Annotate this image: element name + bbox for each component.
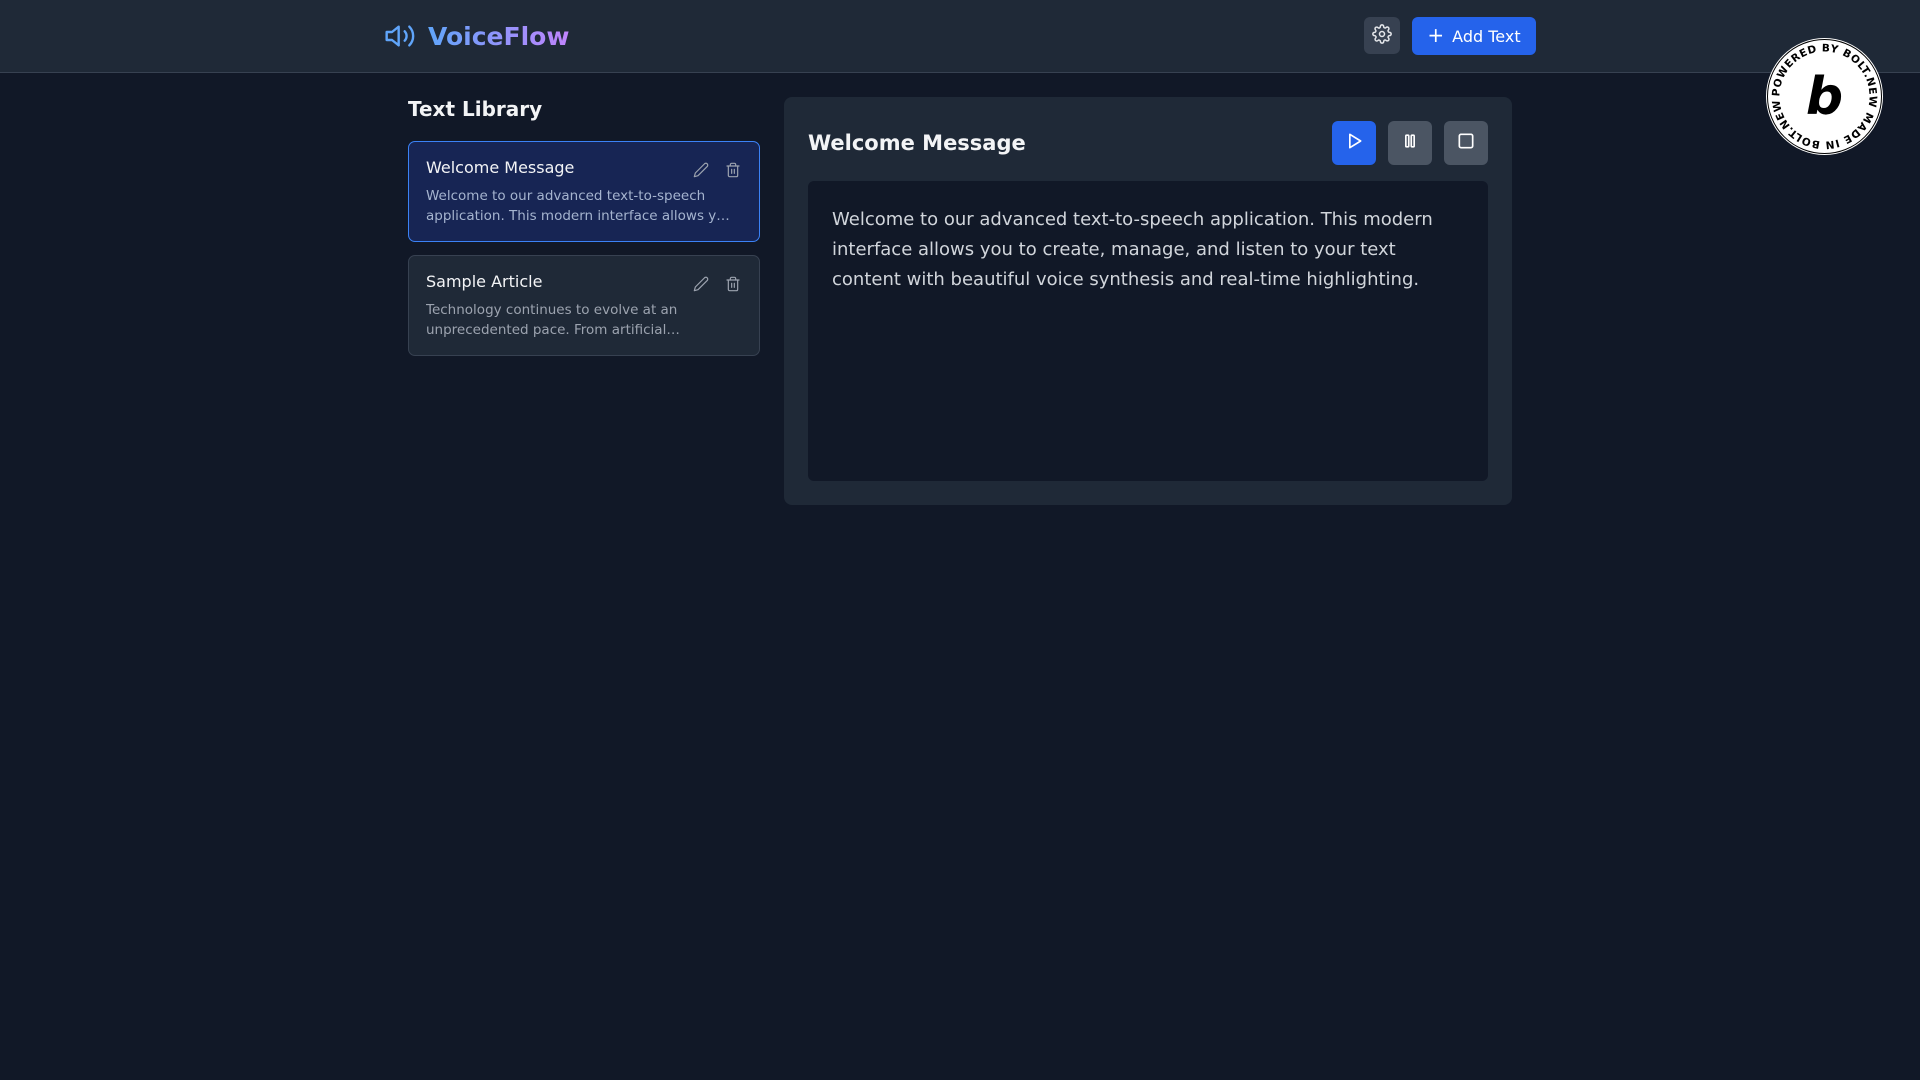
- speaker-icon: [384, 20, 416, 52]
- library-item-preview: Welcome to our advanced text-to-speech a…: [426, 188, 734, 224]
- play-button[interactable]: [1332, 121, 1376, 165]
- settings-button[interactable]: [1364, 17, 1400, 54]
- gear-icon: [1372, 23, 1392, 48]
- library-title: Text Library: [408, 97, 543, 121]
- library-item[interactable]: Sample Article Technology continues to e…: [408, 255, 760, 356]
- app-header: VoiceFlow + Add Text: [0, 0, 1920, 73]
- plus-icon: +: [1427, 23, 1445, 47]
- app-title: VoiceFlow: [428, 21, 570, 51]
- trash-icon[interactable]: [723, 274, 743, 294]
- edit-icon[interactable]: [691, 274, 711, 294]
- stop-icon: [1456, 131, 1476, 155]
- player-panel: Welcome Message Welcome to our advanced …: [784, 97, 1512, 505]
- library-item-actions: [691, 274, 743, 294]
- edit-icon[interactable]: [691, 160, 711, 180]
- add-text-label: Add Text: [1452, 26, 1521, 46]
- stop-button[interactable]: [1444, 121, 1488, 165]
- library-item[interactable]: Welcome Message Welcome to our advanced …: [408, 141, 760, 242]
- reading-text: Welcome to our advanced text-to-speech a…: [808, 181, 1488, 481]
- play-icon: [1344, 131, 1364, 155]
- add-text-button[interactable]: + Add Text: [1412, 17, 1536, 55]
- svg-text:b: b: [1806, 67, 1843, 127]
- trash-icon[interactable]: [723, 160, 743, 180]
- library-item-actions: [691, 160, 743, 180]
- library-item-preview: Technology continues to evolve at an unp…: [426, 302, 678, 338]
- brand: VoiceFlow: [384, 18, 569, 54]
- pause-button[interactable]: [1388, 121, 1432, 165]
- bolt-badge[interactable]: POWERED BY BOLT.NEW MADE IN BOLT.NEW b: [1766, 38, 1883, 155]
- player-title: Welcome Message: [808, 131, 1026, 155]
- pause-icon: [1400, 131, 1420, 155]
